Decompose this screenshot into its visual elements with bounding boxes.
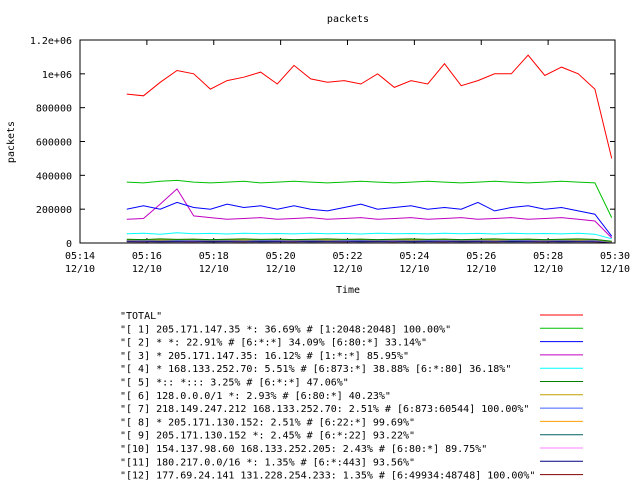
legend-label-6: "[ 6] 128.0.0.0/1 *: 2.93% # [6:80:*] 40… <box>120 391 391 402</box>
legend-label-12: "[12] 177.69.24.141 131.228.254.233: 1.3… <box>120 471 535 480</box>
x-tick-label-date: 12/10 <box>132 264 162 275</box>
y-axis-ticks: 0 200000 400000 600000 800000 1e+06 1.2e+06 <box>30 36 615 250</box>
legend-label-7: "[ 7] 218.149.247.212 168.133.252.70: 2.… <box>120 404 529 415</box>
x-tick-label-time: 05:28 <box>533 251 563 262</box>
x-tick-label-time: 05:14 <box>65 251 95 262</box>
x-tick-label-date: 12/10 <box>533 264 563 275</box>
series-line-3 <box>126 188 613 239</box>
y-tick-label: 800000 <box>36 104 72 115</box>
series-line-0 <box>126 54 613 159</box>
x-tick-label-time: 05:18 <box>199 251 229 262</box>
x-tick-label-time: 05:30 <box>600 251 630 262</box>
legend-label-5: "[ 5] *:: *::: 3.25% # [6:*:*] 47.06%" <box>120 378 349 389</box>
legend-label-4: "[ 4] * 168.133.252.70: 5.51% # [6:873:*… <box>120 364 511 375</box>
series-line-4 <box>126 232 612 240</box>
y-tick-label: 400000 <box>36 171 72 182</box>
y-tick-label: 600000 <box>36 138 72 149</box>
x-tick-label-time: 05:24 <box>399 251 429 262</box>
packets-line-chart: packets packets Time 0 200000 400000 600000… <box>6 14 630 480</box>
x-tick-label-time: 05:16 <box>132 251 162 262</box>
x-tick-label-date: 12/10 <box>466 264 496 275</box>
y-tick-label: 1.2e+06 <box>30 36 72 47</box>
x-tick-label-date: 12/10 <box>199 264 229 275</box>
legend: "TOTAL" "[ 1] 205.171.147.35 *: 36.69% # … <box>120 311 583 480</box>
legend-label-2: "[ 2] * *: 22.91% # [6:*:*] 34.09% [6:80… <box>120 338 427 349</box>
legend-label-9: "[ 9] 205.171.130.152 *: 2.45% # [6:*:22… <box>120 431 415 442</box>
legend-label-1: "[ 1] 205.171.147.35 *: 36.69% # [1:2048… <box>120 324 451 335</box>
y-tick-label: 0 <box>66 239 72 250</box>
x-axis-label: Time <box>336 285 360 296</box>
legend-label-0: "TOTAL" <box>120 311 162 322</box>
x-tick-label-date: 12/10 <box>266 264 296 275</box>
x-tick-label-date: 12/10 <box>600 264 630 275</box>
series-line-2 <box>126 201 613 237</box>
legend-label-8: "[ 8] * 205.171.130.152: 2.51% # [6:22:*… <box>120 417 415 428</box>
x-tick-label-time: 05:22 <box>332 251 362 262</box>
series-lines <box>126 54 613 243</box>
y-tick-label: 200000 <box>36 205 72 216</box>
x-tick-label-date: 12/10 <box>65 264 95 275</box>
legend-label-3: "[ 3] * 205.171.147.35: 16.12% # [1:*:*]… <box>120 351 409 362</box>
plot-frame <box>79 39 616 244</box>
x-tick-label-date: 12/10 <box>332 264 362 275</box>
x-tick-label-date: 12/10 <box>399 264 429 275</box>
legend-label-11: "[11] 180.217.0.0/16 *: 1.35% # [6:*:443… <box>120 457 415 468</box>
legend-label-10: "[10] 154.137.98.60 168.133.252.205: 2.4… <box>120 444 487 455</box>
series-line-1 <box>126 179 613 218</box>
x-tick-label-time: 05:20 <box>266 251 296 262</box>
x-tick-label-time: 05:26 <box>466 251 496 262</box>
y-axis-label: packets <box>6 121 17 163</box>
chart-title: packets <box>327 14 369 25</box>
y-tick-label: 1e+06 <box>42 70 72 81</box>
